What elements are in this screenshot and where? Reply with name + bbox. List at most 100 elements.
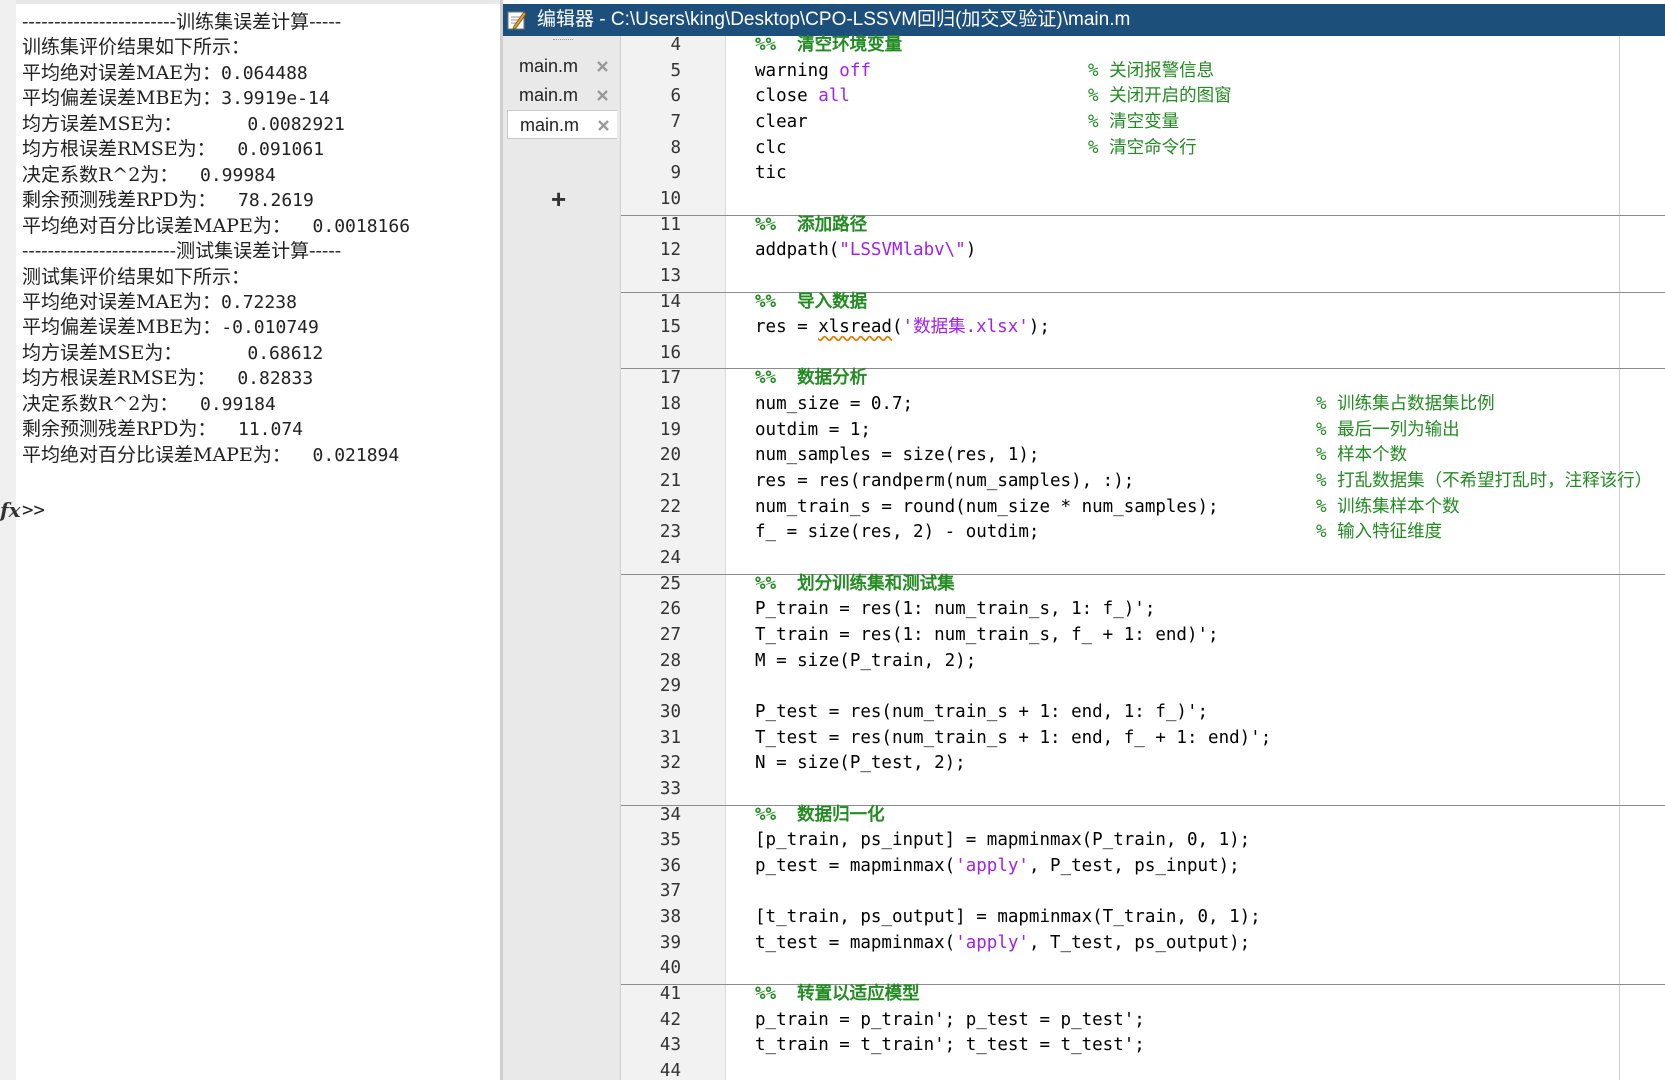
code-line[interactable]: 29	[621, 674, 1665, 700]
code-line[interactable]: 9 tic	[621, 161, 1665, 187]
line-number: 13	[659, 265, 681, 286]
code-line[interactable]: 5 warning off % 关闭报警信息	[621, 59, 1665, 85]
code-line[interactable]: 10	[621, 187, 1665, 213]
code-token: [t_train, ps_output] = mapminmax(T_train…	[755, 907, 1261, 928]
metric-line: 平均绝对误差MAE为：0.72238	[22, 289, 297, 316]
tab-main-m[interactable]: main.m	[507, 81, 617, 110]
close-icon[interactable]	[596, 118, 611, 133]
code-line[interactable]: 32 N = size(P_test, 2);	[621, 751, 1665, 777]
line-number: 22	[659, 496, 681, 517]
code-text: T_test = res(num_train_s + 1: end, f_ + …	[755, 726, 1271, 752]
code-line[interactable]: 11 %% 添加路径	[621, 213, 1665, 239]
code-line[interactable]: 16	[621, 341, 1665, 367]
code-line[interactable]: 38 [t_train, ps_output] = mapminmax(T_tra…	[621, 905, 1665, 931]
close-icon[interactable]	[595, 59, 610, 74]
code-text: res = res(randperm(num_samples), :);	[755, 469, 1134, 495]
section-header: %% 导入数据	[755, 291, 868, 312]
code-text: tic	[755, 161, 787, 187]
code-comment: % 关闭开启的图窗	[1088, 86, 1232, 107]
code-line[interactable]: 12 addpath("LSSVMlabv\")	[621, 238, 1665, 264]
output-line: 测试集评价结果如下所示：	[22, 265, 251, 288]
metric-line: 决定系数R^2为： 0.99184	[22, 391, 276, 418]
code-text: %% 清空环境变量	[755, 33, 902, 59]
code-line[interactable]: 13	[621, 264, 1665, 290]
code-text: [p_train, ps_input] = mapminmax(P_train,…	[755, 828, 1250, 854]
code-line[interactable]: 37	[621, 879, 1665, 905]
tab-main-m[interactable]: main.m	[507, 52, 617, 81]
code-line[interactable]: 19 outdim = 1; % 最后一列为输出	[621, 418, 1665, 444]
code-line[interactable]: 30 P_test = res(num_train_s + 1: end, 1: …	[621, 700, 1665, 726]
code-line[interactable]: 18 num_size = 0.7; % 训练集占数据集比例	[621, 392, 1665, 418]
code-line[interactable]: 8 clc % 清空命令行	[621, 136, 1665, 162]
code-comment: % 清空命令行	[1088, 137, 1197, 158]
code-token: );	[1028, 317, 1050, 338]
code-line[interactable]: 21 res = res(randperm(num_samples), :); % …	[621, 469, 1665, 495]
code-line[interactable]: 41 %% 转置以适应模型	[621, 982, 1665, 1008]
code-comment: % 清空变量	[1088, 111, 1180, 132]
code-line[interactable]: 35 [p_train, ps_input] = mapminmax(P_trai…	[621, 828, 1665, 854]
tab-strip-grip[interactable]	[553, 39, 573, 42]
code-line[interactable]: 31 T_test = res(num_train_s + 1: end, f_ …	[621, 726, 1665, 752]
code-token: (	[891, 317, 903, 338]
add-tab-button[interactable]: +	[551, 184, 566, 214]
code-line[interactable]: 15 res = xlsread('数据集.xlsx');	[621, 315, 1665, 341]
code-line[interactable]: 25 %% 划分训练集和测试集	[621, 572, 1665, 598]
code-text: %% 添加路径	[755, 213, 867, 239]
metric-line: 平均偏差误差MBE为：3.9919e-14	[22, 85, 330, 112]
code-line[interactable]: 26 P_train = res(1: num_train_s, 1: f_)';	[621, 597, 1665, 623]
line-number: 18	[659, 394, 681, 415]
line-number: 38	[659, 907, 681, 928]
metric-label: 平均绝对误差MAE为：	[22, 290, 222, 313]
code-line[interactable]: 44	[621, 1059, 1665, 1085]
code-comment: % 输入特征维度	[1316, 522, 1443, 543]
code-text: num_samples = size(res, 1);	[755, 443, 1039, 469]
code-line[interactable]: 22 num_train_s = round(num_size * num_sam…	[621, 495, 1665, 521]
code-token: num_train_s = round(num_size * num_sampl…	[755, 496, 1219, 517]
code-token: warning	[755, 60, 840, 81]
code-line[interactable]: 34 %% 数据归一化	[621, 803, 1665, 829]
code-line[interactable]: 33	[621, 777, 1665, 803]
close-icon[interactable]	[595, 88, 610, 103]
code-line[interactable]: 4 %% 清空环境变量	[621, 33, 1665, 59]
tab-label: main.m	[520, 115, 580, 135]
editor-titlebar[interactable]: 编辑器 - C:\Users\king\Desktop\CPO-LSSVM回归(…	[503, 4, 1665, 36]
command-prompt[interactable]: >>	[22, 497, 45, 524]
command-window-gutter	[0, 0, 16, 1080]
fx-function-browser-icon[interactable]: fx	[0, 496, 21, 524]
code-line[interactable]: 14 %% 导入数据	[621, 290, 1665, 316]
code-line[interactable]: 28 M = size(P_train, 2);	[621, 649, 1665, 675]
line-number: 31	[659, 727, 681, 748]
metric-value: 0.72238	[221, 291, 297, 313]
code-line[interactable]: 7 clear % 清空变量	[621, 110, 1665, 136]
code-line[interactable]: 6 close all % 关闭开启的图窗	[621, 84, 1665, 110]
metric-line: 平均绝对百分比误差MAPE为： 0.0018166	[22, 213, 410, 240]
line-number: 32	[659, 753, 681, 774]
line-number: 28	[659, 650, 681, 671]
code-text: %% 导入数据	[755, 290, 867, 316]
metric-line: 平均偏差误差MBE为：-0.010749	[22, 314, 319, 341]
line-number: 29	[659, 676, 681, 697]
metric-label: 决定系数R^2为：	[22, 392, 179, 415]
tab-main-m[interactable]: main.m	[507, 110, 617, 139]
editor-tab-strip: main.m main.m main.m +	[503, 36, 621, 1080]
code-line[interactable]: 42 p_train = p_train'; p_test = p_test';	[621, 1008, 1665, 1034]
code-token: M = size(P_train, 2);	[755, 650, 977, 671]
line-number: 36	[659, 855, 681, 876]
line-number: 23	[659, 522, 681, 543]
code-text: N = size(P_test, 2);	[755, 751, 966, 777]
code-line[interactable]: 40	[621, 956, 1665, 982]
code-line[interactable]: 20 num_samples = size(res, 1); % 样本个数	[621, 443, 1665, 469]
code-token: all	[818, 86, 850, 107]
code-line[interactable]: 36 p_test = mapminmax('apply', P_test, ps…	[621, 854, 1665, 880]
command-window[interactable]: ------------------------训练集误差计算----- 训练集评…	[0, 0, 500, 1080]
code-line[interactable]: 43 t_train = t_train'; t_test = t_test';	[621, 1033, 1665, 1059]
code-text: close all	[755, 84, 850, 110]
code-token: clear	[755, 111, 808, 132]
code-line[interactable]: 24	[621, 546, 1665, 572]
code-line[interactable]: 39 t_test = mapminmax('apply', T_test, ps…	[621, 931, 1665, 957]
code-line[interactable]: 17 %% 数据分析	[621, 366, 1665, 392]
code-line[interactable]: 23 f_ = size(res, 2) - outdim; % 输入特征维度	[621, 520, 1665, 546]
code-line[interactable]: 27 T_train = res(1: num_train_s, f_ + 1: …	[621, 623, 1665, 649]
code-token: clc	[755, 137, 787, 158]
code-editor[interactable]: 4 %% 清空环境变量 5 warning off % 关闭报警信息 6 close all…	[621, 33, 1665, 1081]
